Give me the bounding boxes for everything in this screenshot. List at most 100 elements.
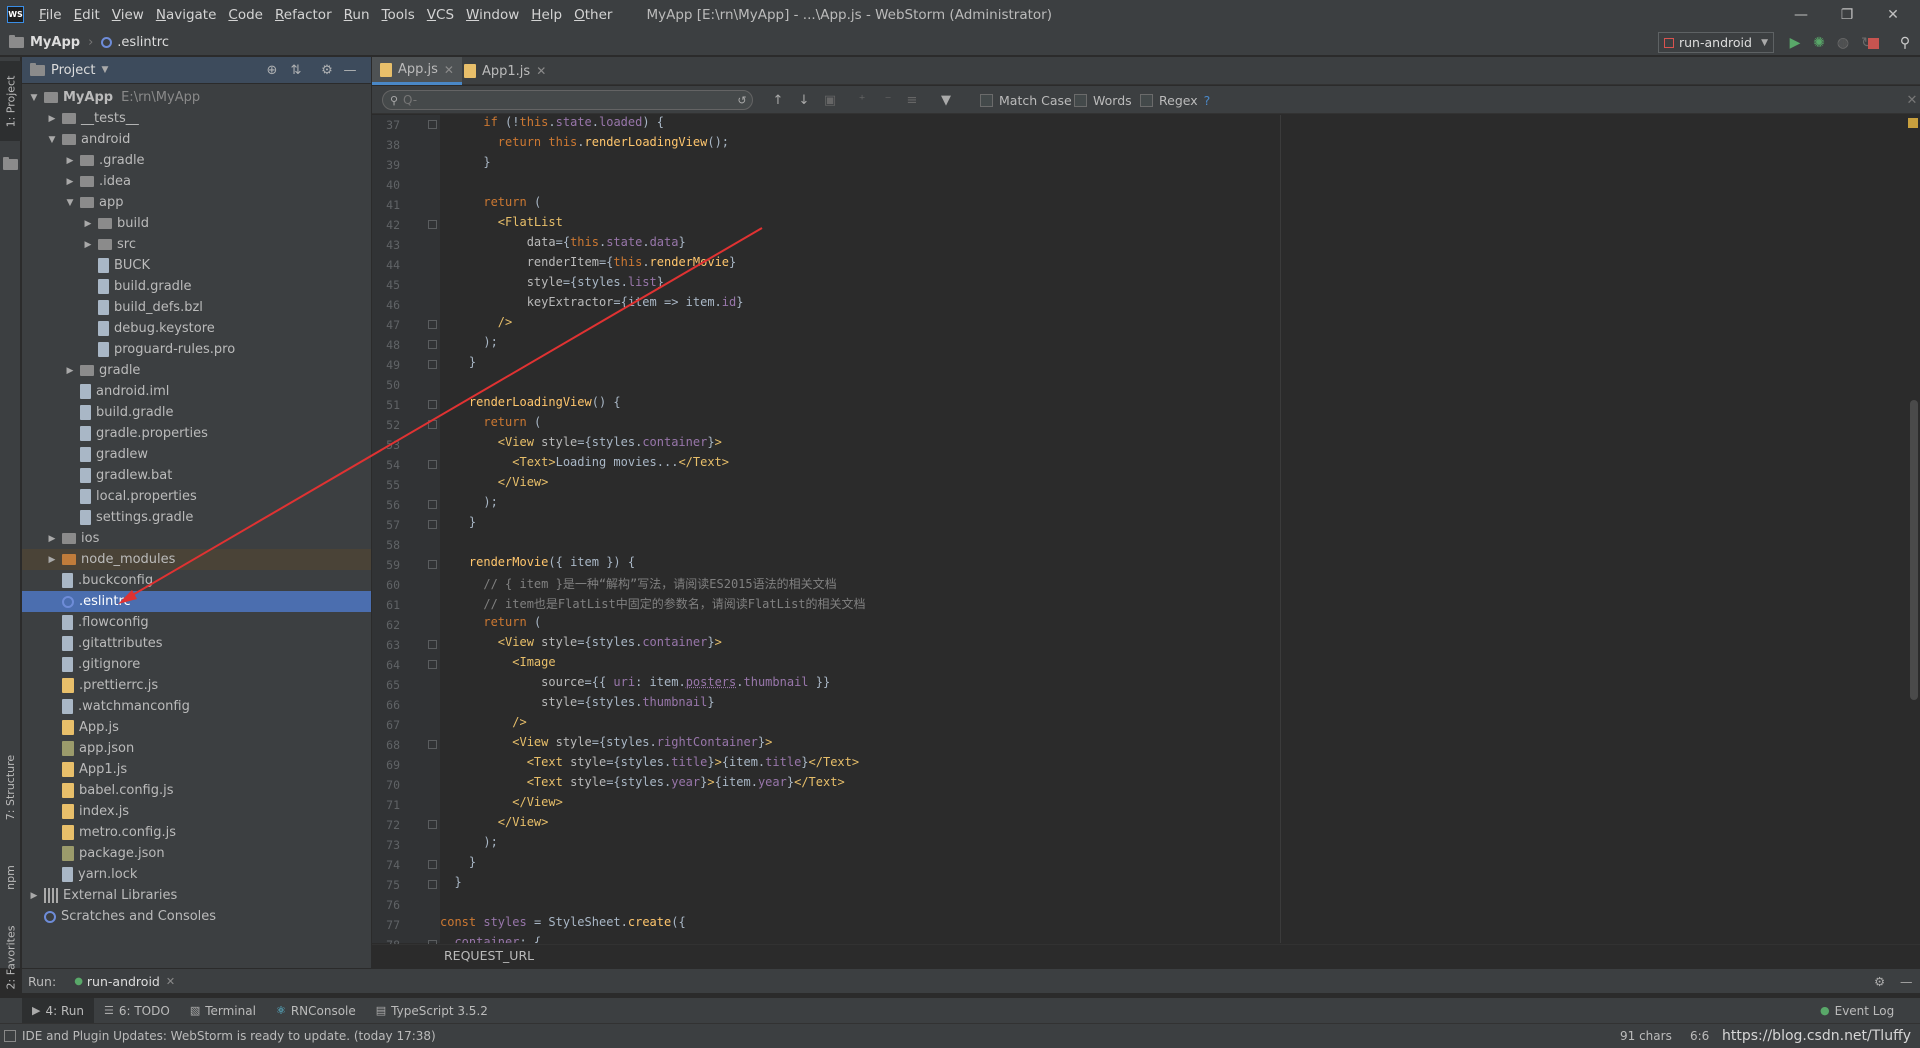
line-number[interactable]: 56 bbox=[372, 498, 400, 512]
project-view-select[interactable]: Project bbox=[51, 63, 95, 78]
select-all-icon[interactable]: ▣ bbox=[822, 92, 838, 108]
coverage-icon[interactable]: ◍ bbox=[1834, 34, 1852, 52]
line-number[interactable]: 71 bbox=[372, 798, 400, 812]
line-number[interactable]: 75 bbox=[372, 878, 400, 892]
line-number[interactable]: 62 bbox=[372, 618, 400, 632]
close-icon[interactable]: ✕ bbox=[166, 975, 175, 988]
tab-npm[interactable]: npm bbox=[0, 847, 21, 907]
remove-occurrence-icon[interactable]: ⁻ bbox=[880, 92, 896, 108]
tree-item[interactable]: .gitattributes bbox=[22, 633, 371, 654]
fold-marker-icon[interactable] bbox=[428, 120, 437, 129]
line-number[interactable]: 66 bbox=[372, 698, 400, 712]
line-number[interactable]: 72 bbox=[372, 818, 400, 832]
tree-item[interactable]: gradlew.bat bbox=[22, 465, 371, 486]
tree-item[interactable]: package.json bbox=[22, 843, 371, 864]
tree-item[interactable]: build.gradle bbox=[22, 402, 371, 423]
menu-code[interactable]: Code bbox=[222, 7, 269, 23]
tree-item[interactable]: gradlew bbox=[22, 444, 371, 465]
line-number[interactable]: 43 bbox=[372, 238, 400, 252]
breadcrumb-file[interactable]: .eslintrc bbox=[117, 35, 169, 50]
tree-item[interactable]: babel.config.js bbox=[22, 780, 371, 801]
regex-help-link[interactable]: ? bbox=[1204, 93, 1211, 108]
chevron-down-icon[interactable]: ▼ bbox=[101, 65, 108, 75]
filter-icon[interactable]: ▼ bbox=[938, 92, 954, 108]
line-number[interactable]: 48 bbox=[372, 338, 400, 352]
fold-marker-icon[interactable] bbox=[428, 640, 437, 649]
tab-structure[interactable]: 7: Structure bbox=[0, 747, 21, 827]
tab-project[interactable]: 1: Project bbox=[0, 61, 21, 141]
line-number[interactable]: 47 bbox=[372, 318, 400, 332]
tree-item[interactable]: ▶ External Libraries bbox=[22, 885, 371, 906]
line-number[interactable]: 59 bbox=[372, 558, 400, 572]
tree-item[interactable]: debug.keystore bbox=[22, 318, 371, 339]
tree-item[interactable]: build_defs.bzl bbox=[22, 297, 371, 318]
search-input[interactable] bbox=[382, 90, 753, 110]
tree-item[interactable]: app.json bbox=[22, 738, 371, 759]
close-icon[interactable]: ✕ bbox=[1870, 0, 1916, 29]
tree-item[interactable]: .watchmanconfig bbox=[22, 696, 371, 717]
tree-item[interactable]: .buckconfig bbox=[22, 570, 371, 591]
restore-icon[interactable]: ❐ bbox=[1824, 0, 1870, 29]
line-number[interactable]: 60 bbox=[372, 578, 400, 592]
tree-item[interactable]: ▶ __tests__ bbox=[22, 108, 371, 129]
tree-item[interactable]: build.gradle bbox=[22, 276, 371, 297]
menu-tools[interactable]: Tools bbox=[376, 7, 421, 23]
line-number[interactable]: 63 bbox=[372, 638, 400, 652]
chevron-right-icon[interactable]: ▶ bbox=[64, 177, 76, 187]
breadcrumb-project[interactable]: MyApp bbox=[30, 35, 80, 50]
line-number[interactable]: 39 bbox=[372, 158, 400, 172]
editor-scrollbar-thumb[interactable] bbox=[1910, 400, 1918, 700]
menu-file[interactable]: File bbox=[33, 7, 68, 23]
tree-item[interactable]: settings.gradle bbox=[22, 507, 371, 528]
tree-item[interactable]: metro.config.js bbox=[22, 822, 371, 843]
line-number[interactable]: 67 bbox=[372, 718, 400, 732]
menu-help[interactable]: Help bbox=[525, 7, 568, 23]
search-icon[interactable]: ⚲ bbox=[1896, 34, 1914, 52]
tab-app1-js[interactable]: App1.js ✕ bbox=[456, 57, 554, 85]
line-number[interactable]: 54 bbox=[372, 458, 400, 472]
line-number[interactable]: 49 bbox=[372, 358, 400, 372]
chevron-down-icon[interactable]: ▼ bbox=[64, 198, 76, 208]
tree-item[interactable]: App.js bbox=[22, 717, 371, 738]
tree-item[interactable]: local.properties bbox=[22, 486, 371, 507]
fold-marker-icon[interactable] bbox=[428, 320, 437, 329]
inspection-status-icon[interactable] bbox=[1908, 118, 1918, 128]
tool-todo[interactable]: ☰ 6: TODO bbox=[94, 998, 180, 1024]
tree-item[interactable]: ▼ android bbox=[22, 129, 371, 150]
line-number[interactable]: 73 bbox=[372, 838, 400, 852]
chevron-right-icon[interactable]: ▶ bbox=[64, 156, 76, 166]
line-number[interactable]: 50 bbox=[372, 378, 400, 392]
stop-icon[interactable] bbox=[1864, 34, 1882, 52]
chevron-right-icon[interactable]: ▶ bbox=[82, 240, 94, 250]
tree-item[interactable]: App1.js bbox=[22, 759, 371, 780]
menu-run[interactable]: Run bbox=[338, 7, 376, 23]
fold-marker-icon[interactable] bbox=[428, 420, 437, 429]
collapse-icon[interactable]: ⇅ bbox=[288, 62, 304, 78]
fold-marker-icon[interactable] bbox=[428, 460, 437, 469]
arrow-up-icon[interactable]: ↑ bbox=[770, 92, 786, 108]
tree-item[interactable]: gradle.properties bbox=[22, 423, 371, 444]
line-number[interactable]: 42 bbox=[372, 218, 400, 232]
run-config-select[interactable]: run-android ▼ bbox=[1658, 32, 1774, 53]
close-icon[interactable]: ✕ bbox=[536, 64, 546, 78]
line-number[interactable]: 44 bbox=[372, 258, 400, 272]
tool-typescript[interactable]: ▤ TypeScript 3.5.2 bbox=[366, 998, 498, 1024]
line-number[interactable]: 57 bbox=[372, 518, 400, 532]
select-occurrences-icon[interactable]: ≡ bbox=[904, 92, 920, 108]
tree-item[interactable]: ▶ .gradle bbox=[22, 150, 371, 171]
add-occurrence-icon[interactable]: ⁺ bbox=[854, 92, 870, 108]
minimize-icon[interactable]: — bbox=[1778, 0, 1824, 29]
line-number[interactable]: 51 bbox=[372, 398, 400, 412]
tree-item[interactable]: Scratches and Consoles bbox=[22, 906, 371, 927]
tool-rnconsole[interactable]: ⚛ RNConsole bbox=[266, 998, 366, 1024]
editor-breadcrumb[interactable]: REQUEST_URL bbox=[444, 948, 534, 963]
line-number[interactable]: 74 bbox=[372, 858, 400, 872]
tree-item[interactable]: BUCK bbox=[22, 255, 371, 276]
line-number[interactable]: 40 bbox=[372, 178, 400, 192]
tree-item[interactable]: android.iml bbox=[22, 381, 371, 402]
chevron-right-icon[interactable]: ▶ bbox=[82, 219, 94, 229]
menu-navigate[interactable]: Navigate bbox=[150, 7, 223, 23]
line-number[interactable]: 58 bbox=[372, 538, 400, 552]
tree-item[interactable]: ▶ .idea bbox=[22, 171, 371, 192]
chevron-right-icon[interactable]: ▶ bbox=[46, 555, 58, 565]
